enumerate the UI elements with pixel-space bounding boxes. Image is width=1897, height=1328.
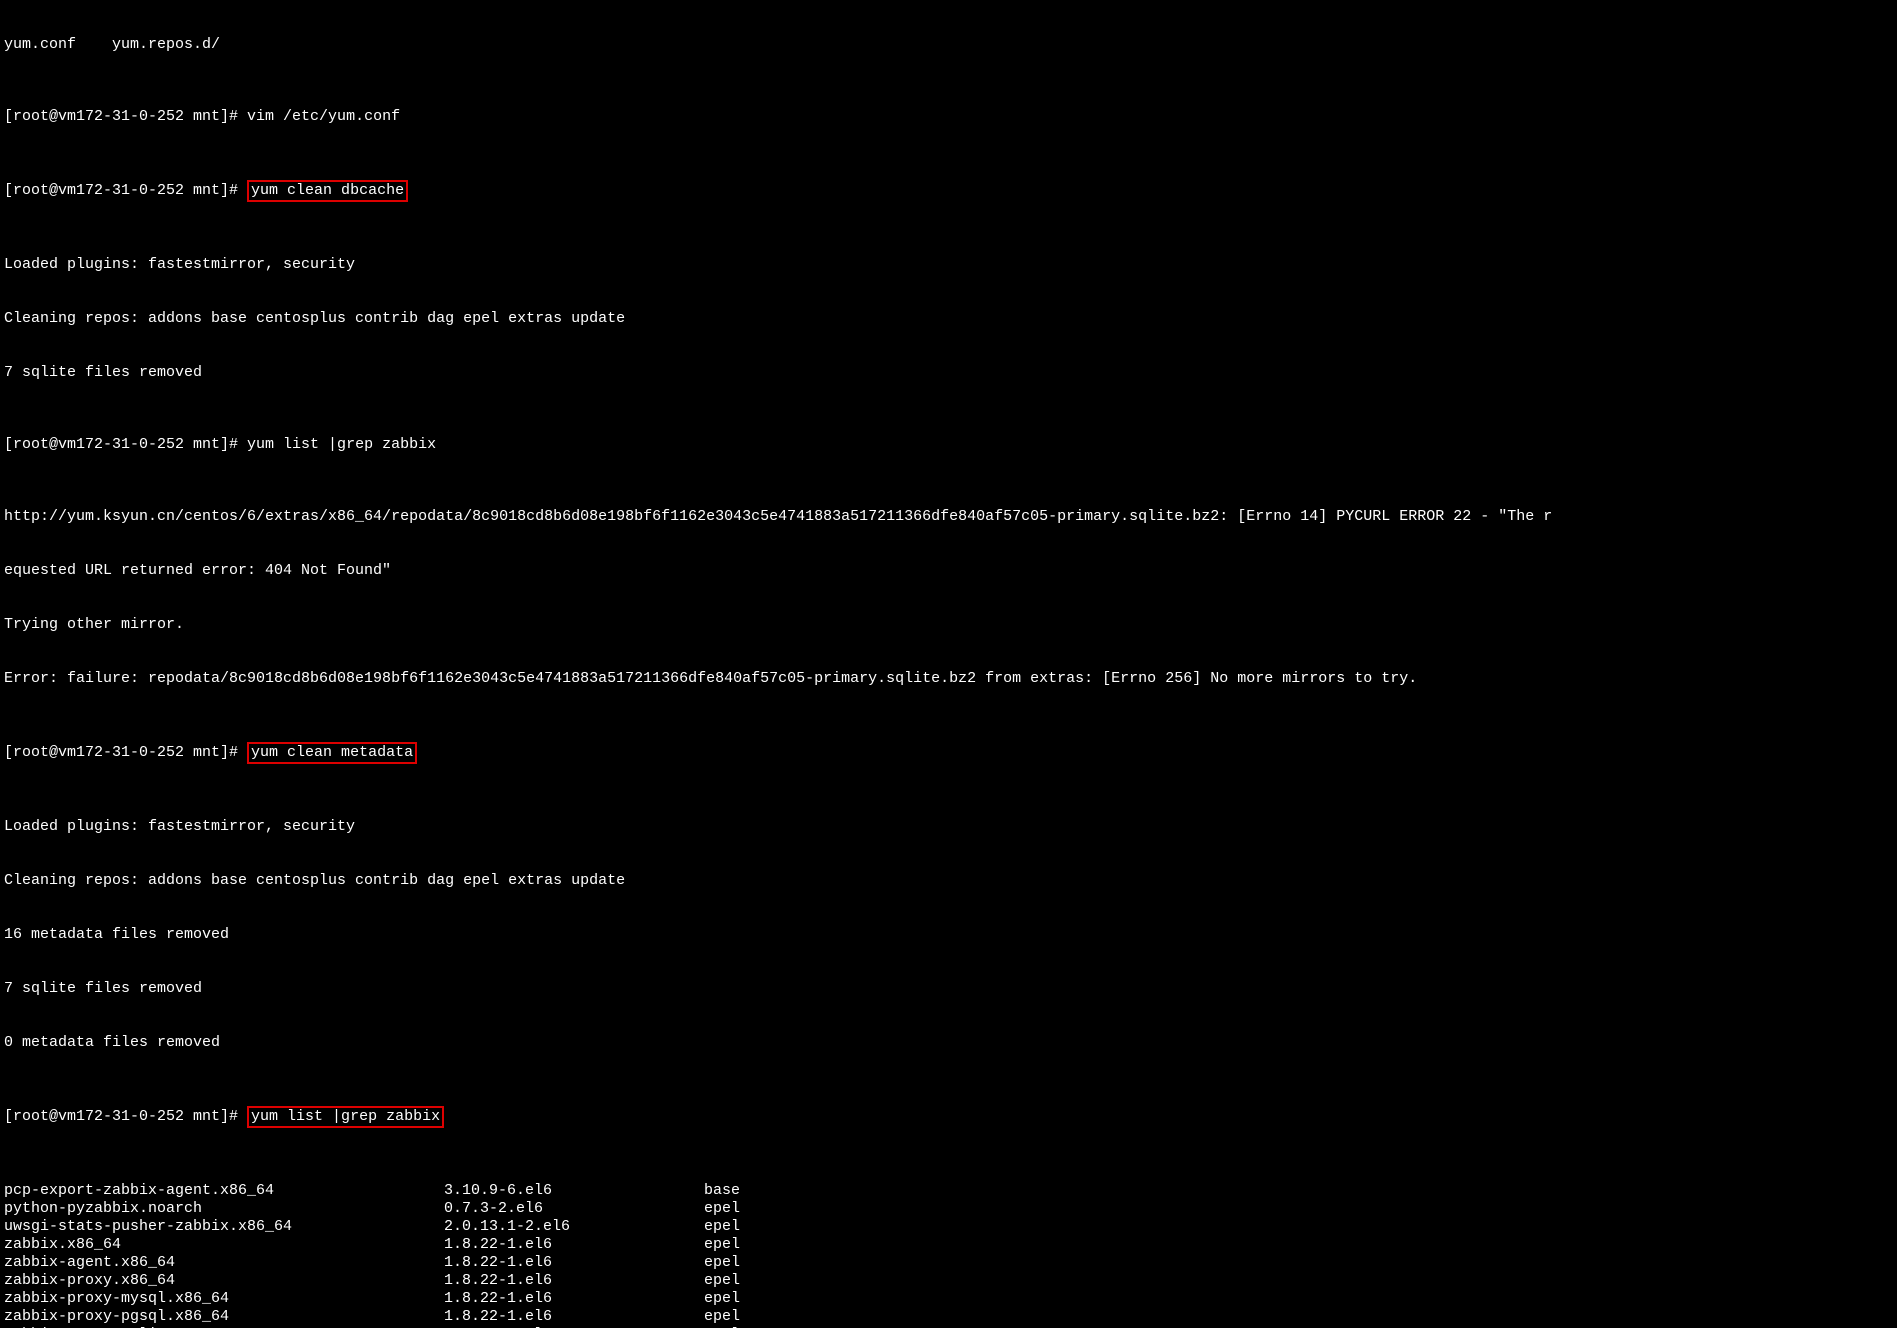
- package-row: zabbix-agent.x86_641.8.22-1.el6epel: [4, 1254, 1893, 1272]
- package-name: zabbix-proxy-mysql.x86_64: [4, 1290, 444, 1308]
- package-row: zabbix.x86_641.8.22-1.el6epel: [4, 1236, 1893, 1254]
- package-repo: epel: [704, 1290, 740, 1308]
- package-repo: epel: [704, 1326, 740, 1328]
- package-version: 3.10.9-6.el6: [444, 1182, 704, 1200]
- prompt-line-clean-dbcache: [root@vm172-31-0-252 mnt]# yum clean dbc…: [4, 180, 1893, 202]
- output-line: Cleaning repos: addons base centosplus c…: [4, 872, 1893, 890]
- prompt: [root@vm172-31-0-252 mnt]#: [4, 436, 247, 453]
- prompt-line-vim: [root@vm172-31-0-252 mnt]# vim /etc/yum.…: [4, 108, 1893, 126]
- package-row: zabbix-proxy-sqlite3.x86_641.8.22-1.el6e…: [4, 1326, 1893, 1328]
- package-name: zabbix-proxy-sqlite3.x86_64: [4, 1326, 444, 1328]
- output-line: Cleaning repos: addons base centosplus c…: [4, 310, 1893, 328]
- package-name: python-pyzabbix.noarch: [4, 1200, 444, 1218]
- highlighted-command-clean-dbcache: yum clean dbcache: [247, 180, 408, 202]
- package-name: pcp-export-zabbix-agent.x86_64: [4, 1182, 444, 1200]
- package-row: zabbix-proxy.x86_641.8.22-1.el6epel: [4, 1272, 1893, 1290]
- package-version: 1.8.22-1.el6: [444, 1236, 704, 1254]
- terminal[interactable]: yum.conf yum.repos.d/ [root@vm172-31-0-2…: [0, 0, 1897, 1328]
- package-name: zabbix.x86_64: [4, 1236, 444, 1254]
- package-version: 0.7.3-2.el6: [444, 1200, 704, 1218]
- package-name: zabbix-proxy.x86_64: [4, 1272, 444, 1290]
- output-line: 7 sqlite files removed: [4, 980, 1893, 998]
- error-line: Error: failure: repodata/8c9018cd8b6d08e…: [4, 670, 1893, 688]
- package-repo: epel: [704, 1218, 740, 1236]
- command-list1: yum list |grep zabbix: [247, 436, 436, 453]
- package-row: pcp-export-zabbix-agent.x86_643.10.9-6.e…: [4, 1182, 1893, 1200]
- package-version: 1.8.22-1.el6: [444, 1308, 704, 1326]
- package-repo: epel: [704, 1254, 740, 1272]
- prompt-line-list1: [root@vm172-31-0-252 mnt]# yum list |gre…: [4, 436, 1893, 454]
- prompt: [root@vm172-31-0-252 mnt]#: [4, 1108, 247, 1125]
- package-row: uwsgi-stats-pusher-zabbix.x86_642.0.13.1…: [4, 1218, 1893, 1236]
- prompt: [root@vm172-31-0-252 mnt]#: [4, 744, 247, 761]
- command-vim: vim /etc/yum.conf: [247, 108, 400, 125]
- output-line: 7 sqlite files removed: [4, 364, 1893, 382]
- error-line: http://yum.ksyun.cn/centos/6/extras/x86_…: [4, 508, 1893, 526]
- output-line: 16 metadata files removed: [4, 926, 1893, 944]
- prompt: [root@vm172-31-0-252 mnt]#: [4, 182, 247, 199]
- package-name: uwsgi-stats-pusher-zabbix.x86_64: [4, 1218, 444, 1236]
- error-line: Trying other mirror.: [4, 616, 1893, 634]
- package-version: 2.0.13.1-2.el6: [444, 1218, 704, 1236]
- package-version: 1.8.22-1.el6: [444, 1254, 704, 1272]
- highlighted-command-list2: yum list |grep zabbix: [247, 1106, 444, 1128]
- package-list: pcp-export-zabbix-agent.x86_643.10.9-6.e…: [4, 1182, 1893, 1328]
- package-version: 1.8.22-1.el6: [444, 1272, 704, 1290]
- package-repo: epel: [704, 1272, 740, 1290]
- package-repo: base: [704, 1182, 740, 1200]
- package-name: zabbix-proxy-pgsql.x86_64: [4, 1308, 444, 1326]
- output-line: 0 metadata files removed: [4, 1034, 1893, 1052]
- highlighted-command-clean-metadata: yum clean metadata: [247, 742, 417, 764]
- package-repo: epel: [704, 1236, 740, 1254]
- prompt: [root@vm172-31-0-252 mnt]#: [4, 108, 247, 125]
- package-row: python-pyzabbix.noarch0.7.3-2.el6epel: [4, 1200, 1893, 1218]
- package-version: 1.8.22-1.el6: [444, 1326, 704, 1328]
- package-version: 1.8.22-1.el6: [444, 1290, 704, 1308]
- package-repo: epel: [704, 1200, 740, 1218]
- prompt-line-list2: [root@vm172-31-0-252 mnt]# yum list |gre…: [4, 1106, 1893, 1128]
- error-line: equested URL returned error: 404 Not Fou…: [4, 562, 1893, 580]
- package-name: zabbix-agent.x86_64: [4, 1254, 444, 1272]
- prompt-line-clean-metadata: [root@vm172-31-0-252 mnt]# yum clean met…: [4, 742, 1893, 764]
- file-list-line: yum.conf yum.repos.d/: [4, 36, 1893, 54]
- output-line: Loaded plugins: fastestmirror, security: [4, 256, 1893, 274]
- package-row: zabbix-proxy-mysql.x86_641.8.22-1.el6epe…: [4, 1290, 1893, 1308]
- output-line: Loaded plugins: fastestmirror, security: [4, 818, 1893, 836]
- package-repo: epel: [704, 1308, 740, 1326]
- package-row: zabbix-proxy-pgsql.x86_641.8.22-1.el6epe…: [4, 1308, 1893, 1326]
